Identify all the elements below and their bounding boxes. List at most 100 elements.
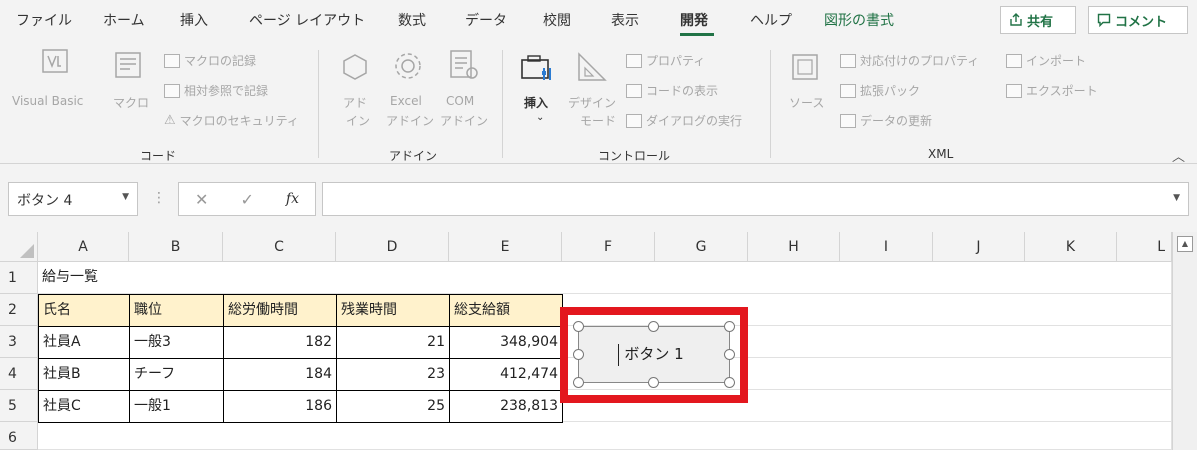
column-header[interactable]: A (38, 232, 129, 262)
column-header[interactable]: K (1025, 232, 1117, 262)
tab-help[interactable]: ヘルプ (750, 10, 792, 30)
refresh-data-button[interactable]: データの更新 (840, 112, 932, 129)
excel-addin-label-line1[interactable]: Excel (390, 94, 422, 108)
resize-handle[interactable] (573, 321, 584, 332)
table-cell[interactable]: 社員B (38, 358, 130, 391)
table-cell[interactable]: 186 (223, 390, 337, 423)
group-separator (318, 50, 319, 158)
table-header-cell[interactable]: 氏名 (38, 294, 130, 327)
column-header[interactable]: J (933, 232, 1025, 262)
tab-view[interactable]: 表示 (611, 10, 639, 30)
formula-bar-grip-icon[interactable]: ⋮ (152, 190, 166, 206)
insert-control-button[interactable]: 挿入 (524, 94, 548, 111)
resize-handle[interactable] (724, 349, 735, 360)
table-cell[interactable]: 一般3 (129, 326, 224, 359)
row-header[interactable]: 3 (0, 326, 38, 358)
expansion-packs-icon (840, 83, 856, 98)
macro-button[interactable]: マクロ (113, 94, 149, 111)
table-cell[interactable]: 182 (223, 326, 337, 359)
resize-handle[interactable] (724, 377, 735, 388)
excel-addin-label-line2[interactable]: アドイン (386, 112, 434, 129)
column-header[interactable]: I (840, 232, 933, 262)
table-cell[interactable]: チーフ (129, 358, 224, 391)
check-icon[interactable]: ✓ (240, 190, 253, 209)
sheet-cell[interactable] (38, 262, 1172, 294)
tab-page-layout[interactable]: ページ レイアウト (249, 10, 365, 30)
sheet-cell[interactable] (38, 422, 1172, 450)
tab-formulas[interactable]: 数式 (398, 10, 426, 30)
resize-handle[interactable] (648, 377, 659, 388)
design-mode-label-line2[interactable]: モード (580, 112, 616, 129)
chevron-down-icon[interactable]: ▼ (122, 192, 129, 202)
row-header[interactable]: 4 (0, 358, 38, 390)
tab-home[interactable]: ホーム (103, 10, 145, 30)
export-button[interactable]: エクスポート (1006, 82, 1098, 99)
resize-handle[interactable] (648, 321, 659, 332)
table-cell[interactable]: 23 (336, 358, 450, 391)
table-cell[interactable]: 社員C (38, 390, 130, 423)
column-header[interactable]: L (1117, 232, 1172, 262)
table-cell[interactable]: 184 (223, 358, 337, 391)
row-header[interactable]: 6 (0, 422, 38, 450)
select-all-corner[interactable] (0, 232, 38, 262)
vertical-scrollbar[interactable]: ▲ (1172, 232, 1197, 450)
scroll-up-icon[interactable]: ▲ (1177, 236, 1193, 252)
visual-basic-button[interactable]: Visual Basic (12, 94, 83, 108)
form-control-button[interactable]: ボタン 1 (578, 326, 730, 383)
comment-button[interactable]: コメント (1088, 6, 1188, 34)
resize-handle[interactable] (573, 377, 584, 388)
column-header[interactable]: E (449, 232, 562, 262)
column-header[interactable]: D (336, 232, 449, 262)
run-dialog-button[interactable]: ダイアログの実行 (626, 112, 742, 129)
share-button[interactable]: 共有 (1000, 6, 1076, 34)
cancel-icon[interactable]: ✕ (195, 190, 208, 209)
column-header[interactable]: B (129, 232, 223, 262)
tab-review[interactable]: 校閲 (543, 10, 571, 30)
table-cell[interactable]: 25 (336, 390, 450, 423)
table-header-cell[interactable]: 残業時間 (336, 294, 450, 327)
map-properties-button[interactable]: 対応付けのプロパティ (840, 52, 979, 69)
insert-function-icon[interactable]: fx (286, 191, 299, 207)
tab-insert[interactable]: 挿入 (180, 10, 208, 30)
table-cell[interactable]: 社員A (38, 326, 130, 359)
name-box[interactable]: ボタン 4 ▼ (8, 182, 138, 216)
com-addin-label-line1[interactable]: COM (446, 94, 474, 108)
row-header[interactable]: 1 (0, 262, 38, 294)
tab-developer[interactable]: 開発 (680, 10, 708, 30)
resize-handle[interactable] (573, 349, 584, 360)
view-code-button[interactable]: コードの表示 (626, 82, 718, 99)
record-macro-button[interactable]: マクロの記録 (164, 52, 256, 69)
table-cell[interactable]: 21 (336, 326, 450, 359)
column-header[interactable]: G (655, 232, 748, 262)
macro-security-button[interactable]: ⚠ マクロのセキュリティ (164, 112, 299, 129)
table-cell[interactable]: 412,474 (449, 358, 563, 391)
column-header[interactable]: C (223, 232, 336, 262)
tab-file[interactable]: ファイル (16, 10, 72, 30)
tab-shape-format[interactable]: 図形の書式 (824, 10, 894, 30)
row-header[interactable]: 2 (0, 294, 38, 326)
table-header-cell[interactable]: 職位 (129, 294, 224, 327)
formula-input[interactable]: ▼ (322, 182, 1189, 216)
expand-formula-icon[interactable]: ▼ (1173, 193, 1180, 203)
com-addin-label-line2[interactable]: アドイン (440, 112, 488, 129)
resize-handle[interactable] (724, 321, 735, 332)
collapse-ribbon-icon[interactable]: ︿ (1172, 146, 1185, 165)
table-cell[interactable]: 348,904 (449, 326, 563, 359)
addin-label-line2[interactable]: イン (346, 112, 370, 129)
addin-label-line1[interactable]: アド (343, 94, 367, 111)
table-cell[interactable]: 一般1 (129, 390, 224, 423)
expansion-packs-button[interactable]: 拡張パック (840, 82, 920, 99)
row-header[interactable]: 5 (0, 390, 38, 422)
column-header[interactable]: H (748, 232, 840, 262)
xml-source-button[interactable]: ソース (789, 94, 824, 111)
properties-button[interactable]: プロパティ (626, 52, 705, 69)
relative-reference-button[interactable]: 相対参照で記録 (164, 82, 268, 99)
column-header[interactable]: F (562, 232, 655, 262)
sheet-title-cell[interactable]: 給与一覧 (38, 262, 129, 294)
tab-data[interactable]: データ (465, 10, 507, 30)
table-header-cell[interactable]: 総支給額 (449, 294, 563, 327)
table-header-cell[interactable]: 総労働時間 (223, 294, 337, 327)
import-button[interactable]: インポート (1006, 52, 1086, 69)
table-cell[interactable]: 238,813 (449, 390, 563, 423)
design-mode-label-line1[interactable]: デザイン (568, 94, 616, 111)
